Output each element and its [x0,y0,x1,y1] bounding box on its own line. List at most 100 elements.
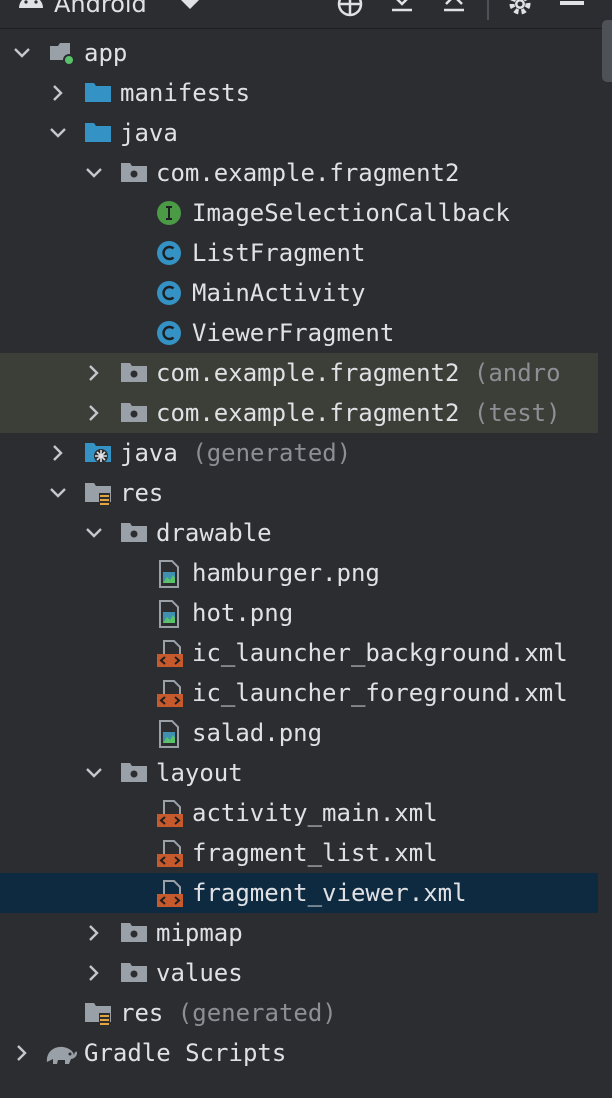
xml-file-icon [156,873,184,913]
class-icon [156,273,184,313]
tree-row[interactable]: values [0,953,598,993]
xml-file-icon [156,833,184,873]
tree-row[interactable]: ic_launcher_background.xml [0,633,598,673]
tree-item-label: ViewerFragment [192,319,395,347]
tree-row[interactable]: com.example.fragment2 (andro [0,353,598,393]
tree-row[interactable]: layout [0,753,598,793]
chevron-right-icon[interactable] [48,433,68,473]
tree-item-label: app [84,39,128,67]
chevron-right-icon[interactable] [84,353,104,393]
tree-row[interactable]: ViewerFragment [0,313,598,353]
tree-item-label: com.example.fragment2 (andro [156,359,561,387]
expand-all-icon[interactable] [388,0,416,22]
tree-item-suffix: (andro [459,359,561,387]
image-file-icon [156,713,184,753]
package-icon [120,953,148,993]
gear-icon[interactable] [506,0,534,22]
tree-row[interactable]: salad.png [0,713,598,753]
tree-row[interactable]: drawable [0,513,598,553]
tree-item-label: com.example.fragment2 (test) [156,399,561,427]
tree-item-label: layout [156,759,243,787]
tree-item-label: fragment_list.xml [192,839,438,867]
tree-row[interactable]: res [0,473,598,513]
chevron-down-icon[interactable] [48,473,68,513]
tree-item-suffix: (test) [459,399,561,427]
gradle-icon [44,1033,77,1073]
hide-panel-icon[interactable] [560,0,584,13]
interface-icon [156,193,184,233]
tree-row[interactable]: mipmap [0,913,598,953]
collapse-all-icon[interactable] [440,0,468,22]
tree-item-suffix: (generated) [177,439,352,467]
folder-blue-icon [84,113,112,153]
dropdown-arrow-icon[interactable] [180,0,200,15]
tree-row[interactable]: fragment_viewer.xml [0,873,598,913]
tree-row[interactable]: Gradle Scripts [0,1033,598,1073]
chevron-right-icon[interactable] [48,73,68,113]
tree-row[interactable]: ImageSelectionCallback [0,193,598,233]
tree-item-label: hamburger.png [192,559,380,587]
tree-item-label: ic_launcher_background.xml [192,639,568,667]
class-icon [156,233,184,273]
chevron-down-icon[interactable] [12,33,32,73]
project-view-title[interactable]: Android [54,0,147,18]
project-toolbar: Android [0,0,612,29]
tree-row[interactable]: com.example.fragment2 [0,153,598,193]
chevron-right-icon[interactable] [84,953,104,993]
tree-item-label: res (generated) [120,999,337,1027]
res-folder-icon [84,473,112,513]
chevron-right-icon[interactable] [12,1033,32,1073]
folder-blue-icon [84,73,112,113]
class-icon [156,313,184,353]
tree-item-label: fragment_viewer.xml [192,879,467,907]
tree-item-label: values [156,959,243,987]
tree-item-label: res [120,479,164,507]
tree-row[interactable]: fragment_list.xml [0,833,598,873]
chevron-down-icon[interactable] [84,153,104,193]
tree-item-label: manifests [120,79,251,107]
tree-row[interactable]: manifests [0,73,598,113]
package-icon [120,153,148,193]
scrollbar[interactable] [602,20,612,82]
tree-row[interactable]: hot.png [0,593,598,633]
tree-item-label: java [120,119,178,147]
locate-file-icon[interactable] [336,0,364,22]
image-file-icon [156,553,184,593]
tree-item-label: java (generated) [120,439,352,467]
chevron-right-icon[interactable] [84,913,104,953]
generated-folder-icon [84,433,112,473]
tree-row[interactable]: app [0,33,598,73]
xml-file-icon [156,673,184,713]
tree-row[interactable]: MainActivity [0,273,598,313]
tree-item-label: ListFragment [192,239,366,267]
tree-item-label: activity_main.xml [192,799,438,827]
tree-item-suffix: (generated) [163,999,337,1027]
tree-item-label: hot.png [192,599,294,627]
image-file-icon [156,593,184,633]
tree-row[interactable]: hamburger.png [0,553,598,593]
tree-item-label: Gradle Scripts [84,1039,287,1067]
chevron-down-icon[interactable] [84,753,104,793]
chevron-down-icon[interactable] [48,113,68,153]
tree-row[interactable]: activity_main.xml [0,793,598,833]
tree-item-label: drawable [156,519,272,547]
chevron-down-icon[interactable] [84,513,104,553]
package-icon [120,513,148,553]
package-icon [120,913,148,953]
tree-item-label: ImageSelectionCallback [192,199,510,227]
tree-row[interactable]: com.example.fragment2 (test) [0,393,598,433]
res-folder-icon [84,993,112,1033]
tree-item-label: ic_launcher_foreground.xml [192,679,568,707]
tree-item-label: com.example.fragment2 [156,159,460,187]
android-logo-icon [18,0,44,14]
tree-row[interactable]: java (generated) [0,433,598,473]
module-folder-icon [48,33,76,73]
chevron-right-icon[interactable] [84,393,104,433]
xml-file-icon [156,793,184,833]
package-icon [120,353,148,393]
tree-row[interactable]: res (generated) [0,993,598,1033]
tree-item-label: mipmap [156,919,243,947]
tree-row[interactable]: ListFragment [0,233,598,273]
tree-row[interactable]: java [0,113,598,153]
tree-row[interactable]: ic_launcher_foreground.xml [0,673,598,713]
